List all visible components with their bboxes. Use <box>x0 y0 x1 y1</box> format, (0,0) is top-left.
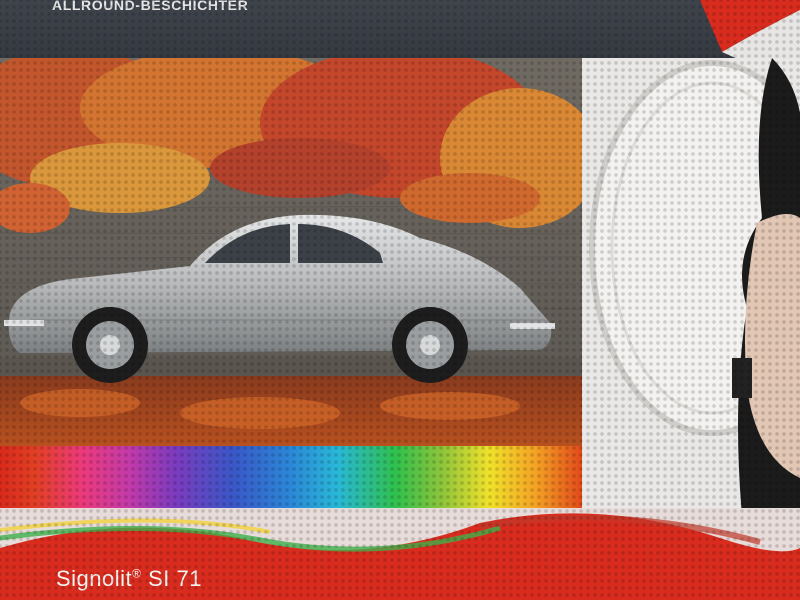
car-photo <box>0 58 582 446</box>
registered-mark: ® <box>132 566 142 581</box>
red-accent-shape <box>700 0 800 60</box>
product-model-text: SI 71 <box>141 566 202 591</box>
woman-photo-panel <box>582 58 800 516</box>
brand-label: ALLROUND-BESCHICHTER <box>52 0 248 13</box>
brand-text: ALLROUND-BESCHICHTER <box>52 0 249 13</box>
product-label: Signolit® SI 71 <box>56 566 202 592</box>
color-gradient-strip <box>0 446 582 516</box>
product-name-text: Signolit <box>56 566 133 591</box>
